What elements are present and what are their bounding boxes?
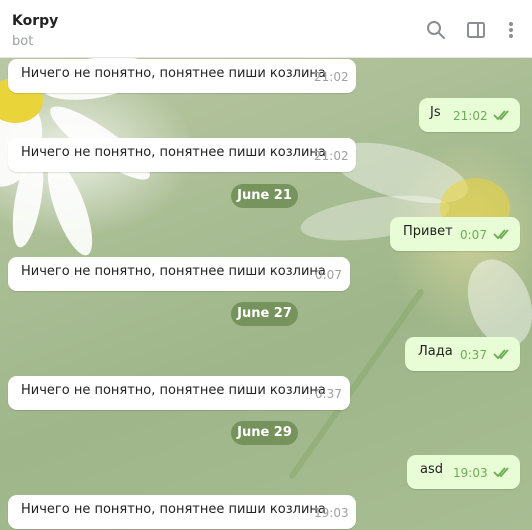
chat-subtitle: bot [12,34,34,49]
message-text: Ничего не понятно, понятнее пиши козлина [21,66,326,81]
message-incoming[interactable]: Ничего не понятно, понятнее пиши козлина… [8,59,356,93]
message-incoming[interactable]: Ничего не понятно, понятнее пиши козлина… [8,495,356,529]
message-outgoing[interactable]: Лада 0:37 [405,337,520,371]
message-outgoing[interactable]: Привет 0:07 [390,217,520,251]
message-text: Привет [403,224,453,239]
message-time: 21:02 [453,109,488,123]
message-time: 21:02 [314,149,349,163]
message-text: Ничего не понятно, понятнее пиши козлина [21,145,326,160]
message-outgoing[interactable]: Js 21:02 [419,98,520,132]
date-separator: June 27 [231,302,298,326]
message-text: Ничего не понятно, понятнее пиши козлина [21,383,326,398]
date-separator: June 21 [231,184,298,208]
chat-header: Korpy bot [0,0,532,58]
search-icon[interactable] [425,19,447,41]
message-text: Ничего не понятно, понятнее пиши козлина [21,502,326,517]
message-incoming[interactable]: Ничего не понятно, понятнее пиши козлина… [8,138,356,172]
message-time: 19:03 [453,466,488,480]
chat-title[interactable]: Korpy [12,13,58,29]
double-check-icon [493,110,509,121]
message-time: 21:02 [314,70,349,84]
message-incoming[interactable]: Ничего не понятно, понятнее пиши козлина… [8,257,350,291]
message-time: 0:37 [315,387,342,401]
date-separator: June 29 [231,421,298,445]
chat-area[interactable]: Ничего не понятно, понятнее пиши козлина… [0,58,532,530]
double-check-icon [493,349,509,360]
message-outgoing[interactable]: asd 19:03 [407,455,520,489]
message-time: 0:07 [315,268,342,282]
message-incoming[interactable]: Ничего не понятно, понятнее пиши козлина… [8,376,350,410]
more-vertical-icon[interactable] [500,19,522,41]
message-text: asd [420,462,443,477]
message-text: Лада [418,344,453,359]
double-check-icon [493,467,509,478]
double-check-icon [493,229,509,240]
message-text: Ничего не понятно, понятнее пиши козлина [21,264,326,279]
message-time: 0:37 [460,348,487,362]
message-text: Js [430,105,441,120]
message-time: 19:03 [314,506,349,520]
sidebar-toggle-icon[interactable] [465,19,487,41]
message-time: 0:07 [460,228,487,242]
